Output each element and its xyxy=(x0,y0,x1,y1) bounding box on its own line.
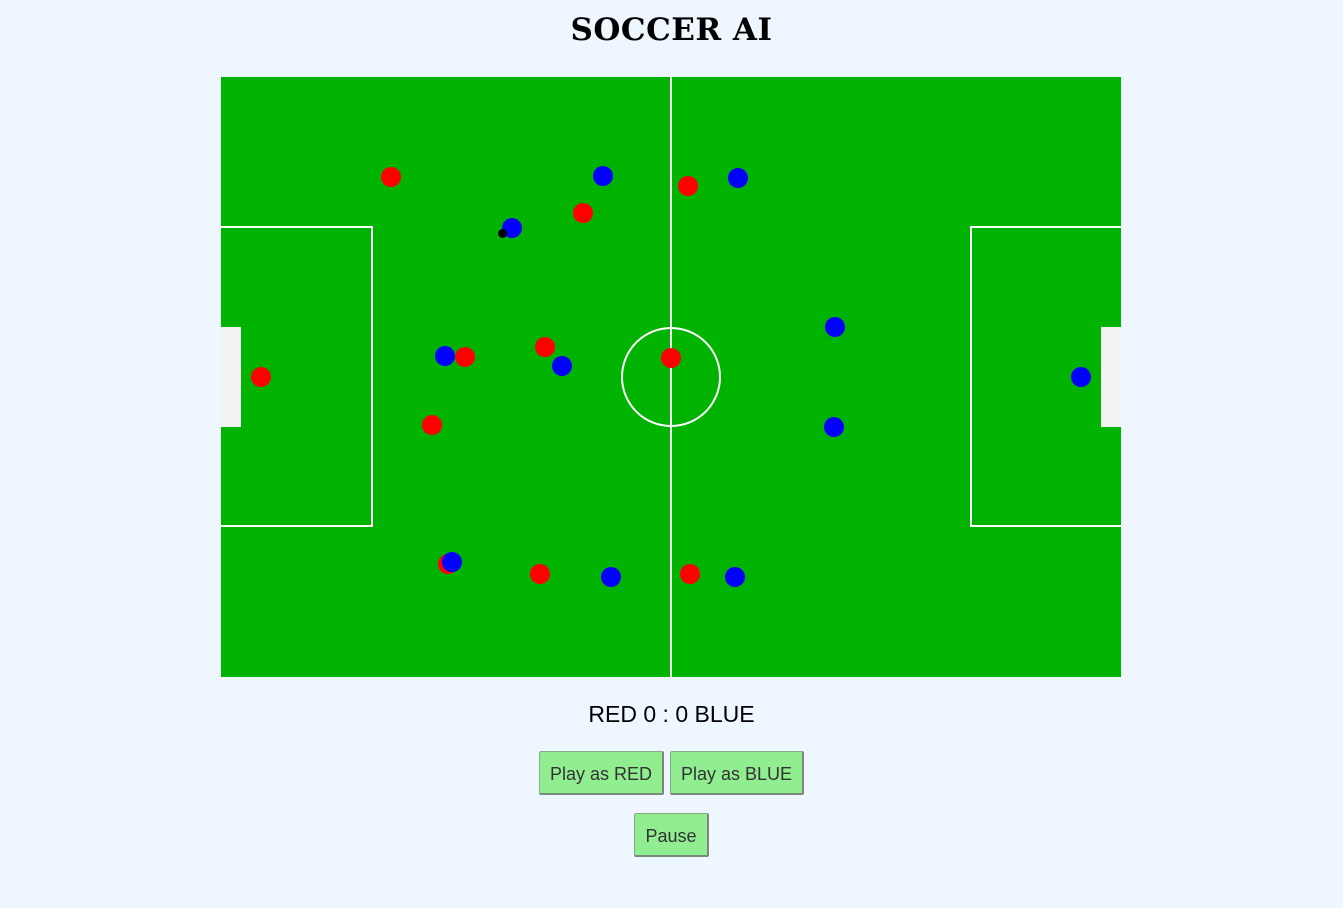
red-player-10 xyxy=(530,564,550,584)
right-penalty-box xyxy=(970,226,1121,527)
scoreboard: RED 0 : 0 BLUE xyxy=(588,701,755,727)
play-as-blue-button[interactable]: Play as BLUE xyxy=(669,751,805,795)
red-player-6 xyxy=(535,337,555,357)
red-player-7 xyxy=(661,348,681,368)
page-title: SOCCER AI xyxy=(570,12,773,48)
play-as-red-button[interactable]: Play as RED xyxy=(538,751,664,795)
blue-player-8 xyxy=(824,417,844,437)
soccer-pitch xyxy=(221,77,1121,677)
blue-player-6 xyxy=(552,356,572,376)
team-select-row: Play as RED Play as BLUE xyxy=(0,751,1343,795)
ball xyxy=(497,228,507,238)
red-player-3 xyxy=(573,203,593,223)
pause-button[interactable]: Pause xyxy=(634,813,709,857)
red-player-5 xyxy=(455,347,475,367)
red-player-2 xyxy=(381,167,401,187)
blue-player-10 xyxy=(601,567,621,587)
blue-player-11 xyxy=(725,567,745,587)
left-penalty-box xyxy=(221,226,373,527)
red-player-4 xyxy=(678,176,698,196)
blue-player-7 xyxy=(825,317,845,337)
blue-player-9 xyxy=(442,552,462,572)
red-player-11 xyxy=(680,564,700,584)
blue-player-3 xyxy=(728,168,748,188)
red-player-8 xyxy=(422,415,442,435)
blue-player-5 xyxy=(435,346,455,366)
blue-player-1 xyxy=(1071,367,1091,387)
red-player-1 xyxy=(251,367,271,387)
control-row: Pause xyxy=(0,813,1343,857)
blue-player-2 xyxy=(593,166,613,186)
center-circle xyxy=(621,327,721,427)
